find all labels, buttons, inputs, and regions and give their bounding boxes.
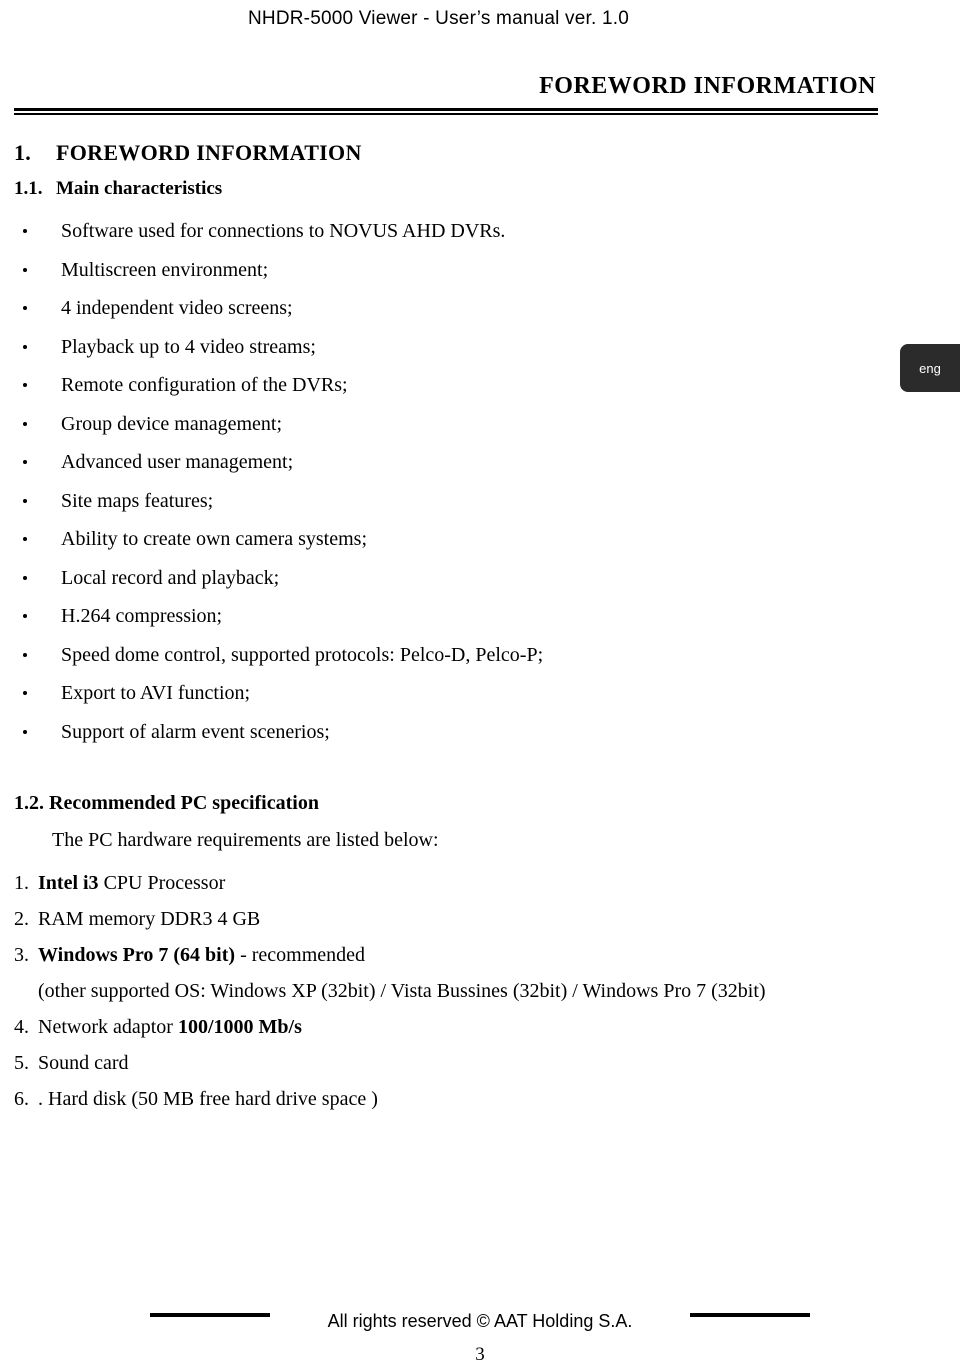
list-item: 2. RAM memory DDR3 4 GB — [14, 901, 894, 937]
list-item: Support of alarm event scenerios; — [0, 713, 880, 752]
bullet-dot-icon — [23, 344, 27, 349]
list-item: 5. Sound card — [14, 1045, 894, 1081]
heading-1-2: 1.2. Recommended PC specification — [14, 792, 319, 814]
spec-intro-text: The PC hardware requirements are listed … — [52, 829, 439, 851]
document-header: NHDR-5000 Viewer - User’s manual ver. 1.… — [248, 8, 629, 29]
section-title: FOREWORD INFORMATION — [539, 73, 876, 99]
list-item-text: Group device management; — [61, 412, 283, 435]
heading-1-number: 1. — [14, 140, 32, 165]
list-item: Ability to create own camera systems; — [0, 520, 880, 559]
bullet-dot-icon — [23, 614, 27, 619]
list-item-index: 3. — [14, 944, 29, 966]
bullet-dot-icon — [23, 652, 27, 657]
divider-thin-line — [14, 113, 878, 115]
heading-1-text: FOREWORD INFORMATION — [56, 140, 362, 165]
bullet-dot-icon — [23, 267, 27, 272]
list-item: Export to AVI function; — [0, 674, 880, 713]
list-item-text: CPU Processor — [98, 872, 226, 894]
bullet-dot-icon — [23, 691, 27, 696]
list-item: Advanced user management; — [0, 443, 880, 482]
list-item-text: Advanced user management; — [61, 451, 294, 473]
document-page: NHDR-5000 Viewer - User’s manual ver. 1.… — [0, 0, 960, 1372]
list-item-bold: Windows Pro 7 (64 bit) — [38, 944, 236, 966]
list-item-bold: Intel i3 — [38, 872, 99, 894]
list-item-text: Speed dome control, supported protocols:… — [61, 643, 544, 666]
list-item-index: 6. — [14, 1088, 29, 1110]
bullet-dot-icon — [23, 421, 27, 426]
header-divider — [14, 108, 878, 115]
list-item-text: - recommended — [235, 944, 366, 966]
heading-1-1-number: 1.1. — [14, 178, 43, 199]
list-item: 4. Network adaptor 100/1000 Mb/s — [14, 1009, 894, 1045]
page-number: 3 — [475, 1344, 485, 1365]
list-item: Remote configuration of the DVRs; — [0, 366, 880, 405]
list-item-text: 4 independent video screens; — [61, 297, 293, 319]
list-item: Site maps features; — [0, 482, 880, 521]
feature-bullet-list: Software used for connections to NOVUS A… — [0, 212, 880, 751]
list-item: H.264 compression; — [0, 597, 880, 636]
list-item: Software used for connections to NOVUS A… — [0, 212, 880, 251]
footer-text: All rights reserved © AAT Holding S.A. — [327, 1311, 633, 1331]
bullet-dot-icon — [23, 498, 27, 503]
list-item: Multiscreen environment; — [0, 251, 880, 290]
list-item: Group device management; — [0, 405, 880, 444]
list-item-index: 4. — [14, 1016, 29, 1038]
bullet-dot-icon — [23, 229, 27, 234]
list-item-text: Playback up to 4 video streams; — [61, 335, 316, 358]
list-item-text: Sound card — [38, 1052, 129, 1074]
list-item-index: 5. — [14, 1052, 29, 1074]
heading-1: 1. FOREWORD INFORMATION — [14, 140, 362, 166]
list-item-text: Ability to create own camera systems; — [61, 528, 368, 550]
list-item-text: Local record and playback; — [61, 566, 280, 589]
list-item: 1. Intel i3 CPU Processor — [14, 865, 894, 901]
list-item-text: H.264 compression; — [61, 605, 223, 627]
bullet-dot-icon — [23, 460, 27, 465]
list-item-bold: 100/1000 Mb/s — [177, 1016, 302, 1038]
list-item-text: Site maps features; — [61, 489, 214, 512]
list-item-text: Remote configuration of the DVRs; — [61, 374, 348, 396]
bullet-dot-icon — [23, 575, 27, 580]
language-tab-label: eng — [919, 360, 941, 376]
language-tab: eng — [900, 344, 960, 392]
list-item-text: RAM memory DDR3 4 GB — [38, 908, 261, 930]
spec-list: 1. Intel i3 CPU Processor 2. RAM memory DD… — [14, 865, 894, 1117]
list-item-text: Network adaptor — [38, 1016, 178, 1038]
list-item-text: Multiscreen environment; — [61, 258, 269, 281]
list-item: Local record and playback; — [0, 559, 880, 598]
heading-1-1: 1.1. Main characteristics — [14, 178, 222, 200]
list-item: 6. . Hard disk (50 MB free hard drive spa… — [14, 1081, 894, 1117]
bullet-dot-icon — [23, 537, 27, 542]
list-item-text: . Hard disk (50 MB free hard drive space… — [38, 1088, 378, 1110]
heading-1-1-text: Main characteristics — [56, 178, 223, 199]
list-item-index: 2. — [14, 908, 29, 930]
list-item: 4 independent video screens; — [0, 289, 880, 328]
list-item-text: Export to AVI function; — [61, 682, 251, 704]
list-item: Playback up to 4 video streams; — [0, 328, 880, 367]
list-item: 3. Windows Pro 7 (64 bit) - recommended — [14, 937, 894, 973]
list-item: Speed dome control, supported protocols:… — [0, 636, 880, 675]
bullet-dot-icon — [23, 306, 27, 311]
bullet-dot-icon — [23, 729, 27, 734]
list-item-text: Software used for connections to NOVUS A… — [61, 220, 506, 242]
list-item-subtext: (other supported OS: Windows XP (32bit) … — [38, 980, 766, 1002]
list-item-index: 1. — [14, 872, 29, 894]
list-item-text: Support of alarm event scenerios; — [61, 720, 330, 743]
bullet-dot-icon — [23, 383, 27, 388]
